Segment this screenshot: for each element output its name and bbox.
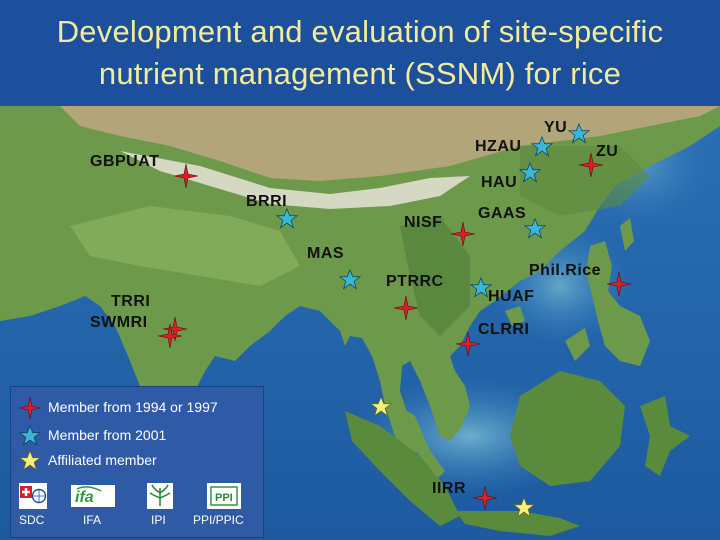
site-marker-hau[interactable] <box>519 162 541 183</box>
legend-item-member-2001: Member from 2001 <box>11 425 263 447</box>
site-label-brri: BRRI <box>246 193 288 210</box>
site-label-zu: ZU <box>596 143 619 160</box>
logo-label-ipi: IPI <box>151 513 166 527</box>
site-marker-clrri[interactable] <box>456 332 480 356</box>
site-marker-mas[interactable] <box>339 269 361 290</box>
site-label-mas: MAS <box>307 245 345 262</box>
site-label-gbpuat: GBPUAT <box>90 153 160 170</box>
svg-text:PPI: PPI <box>215 492 233 504</box>
site-label-hau: HAU <box>481 174 518 191</box>
sdc-logo <box>19 483 47 509</box>
site-label-hzau: HZAU <box>475 138 522 155</box>
legend-item-member-1994-1997: Member from 1994 or 1997 <box>11 397 263 419</box>
legend: Member from 1994 or 1997 Member from 200… <box>10 386 264 538</box>
site-marker-hzau[interactable] <box>531 136 553 157</box>
legend-label: Member from 2001 <box>48 427 167 443</box>
site-marker-affiliated-sumatra[interactable] <box>370 396 392 417</box>
cyan-star-icon <box>19 425 41 446</box>
ipi-logo <box>147 483 173 509</box>
site-marker-ptrrc[interactable] <box>394 296 418 320</box>
site-marker-affiliated-java[interactable] <box>513 497 535 518</box>
site-marker-yu[interactable] <box>568 123 590 144</box>
site-marker-gbpuat[interactable] <box>174 164 198 188</box>
logo-label-ppi-ppic: PPI/PPIC <box>193 513 244 527</box>
site-label-swmri: SWMRI <box>90 314 148 331</box>
svg-text:ifa: ifa <box>75 489 94 506</box>
page-title-line-2: nutrient management (SSNM) for rice <box>98 56 622 91</box>
site-label-iirr: IIRR <box>432 480 466 497</box>
legend-item-affiliated: Affiliated member <box>11 450 263 472</box>
site-marker-nisf[interactable] <box>451 222 475 246</box>
title-bar: Development and evaluation of site-speci… <box>0 0 720 106</box>
red-star-icon <box>19 397 41 419</box>
yellow-star-icon <box>19 450 41 471</box>
site-marker-brri[interactable] <box>276 208 298 229</box>
ppi-logo: PPI <box>207 483 241 509</box>
site-label-philrice: Phil.Rice <box>529 262 602 279</box>
site-label-ptrrc: PTRRC <box>386 273 444 290</box>
legend-label: Member from 1994 or 1997 <box>48 399 218 415</box>
site-label-yu: YU <box>544 119 568 136</box>
site-marker-philrice[interactable] <box>607 272 631 296</box>
site-marker-iirr[interactable] <box>473 486 497 510</box>
ifa-logo: ifa <box>71 485 115 507</box>
page-title-line-1: Development and evaluation of site-speci… <box>56 14 664 49</box>
legend-label: Affiliated member <box>48 452 157 468</box>
site-label-trri: TRRI <box>111 293 151 310</box>
site-label-nisf: NISF <box>404 214 443 231</box>
site-label-clrri: CLRRI <box>478 321 530 338</box>
logo-label-sdc: SDC <box>19 513 45 527</box>
logo-label-ifa: IFA <box>83 513 102 527</box>
site-label-huaf: HUAF <box>488 288 535 305</box>
site-marker-gaas[interactable] <box>524 218 546 239</box>
site-label-gaas: GAAS <box>478 205 527 222</box>
